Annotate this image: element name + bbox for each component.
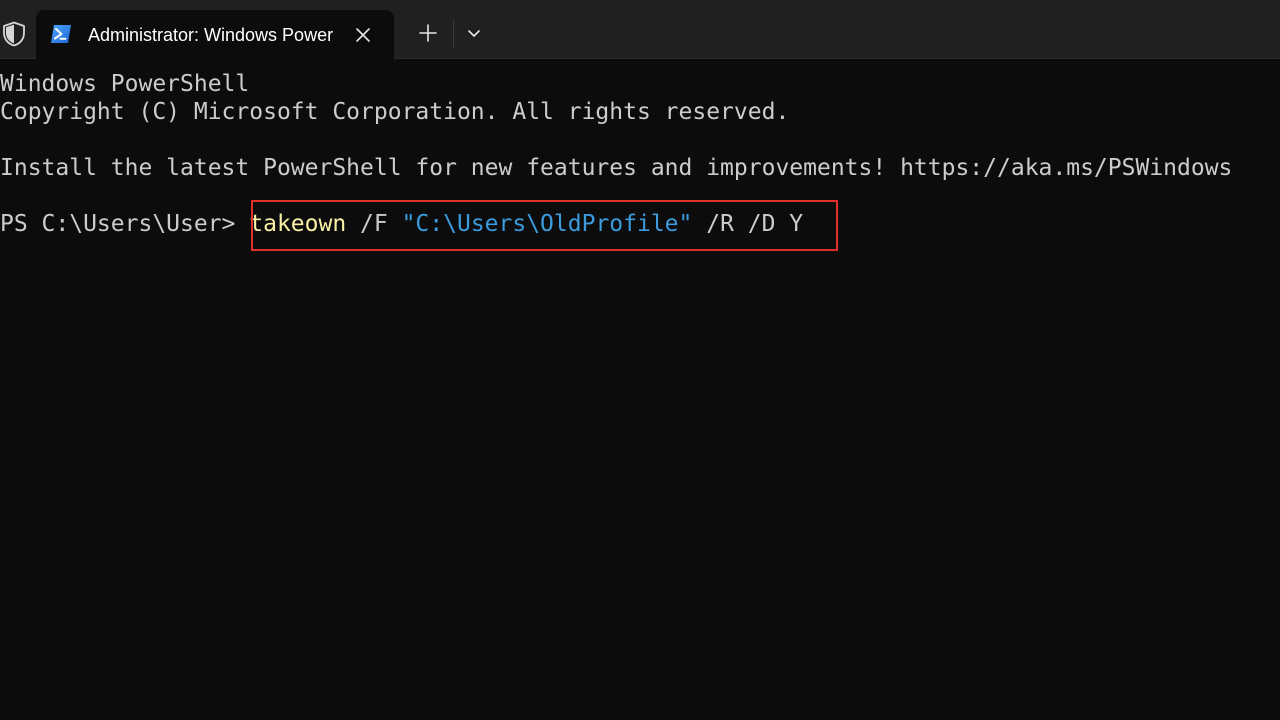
command-highlight-box <box>251 200 838 251</box>
banner-line: Windows PowerShell <box>0 71 250 97</box>
terminal-output[interactable]: Windows PowerShell Copyright (C) Microso… <box>0 59 1266 720</box>
title-bar: Administrator: Windows PowerShell <box>0 0 1280 59</box>
tab-title: Administrator: Windows PowerShell <box>88 25 334 45</box>
tab-divider <box>453 20 454 48</box>
close-icon[interactable] <box>352 24 374 46</box>
plus-icon[interactable] <box>412 17 444 49</box>
tab-powershell[interactable]: Administrator: Windows PowerShell <box>36 10 394 59</box>
scrollbar[interactable] <box>1266 59 1280 720</box>
prompt: PS C:\Users\User> <box>0 211 250 237</box>
chevron-down-icon[interactable] <box>462 21 486 45</box>
terminal-window: Administrator: Windows PowerShell Window… <box>0 0 1280 720</box>
powershell-icon <box>51 25 71 43</box>
copyright-line: Copyright (C) Microsoft Corporation. All… <box>0 99 790 125</box>
install-hint-line: Install the latest PowerShell for new fe… <box>0 155 1233 181</box>
shield-icon <box>3 21 25 47</box>
